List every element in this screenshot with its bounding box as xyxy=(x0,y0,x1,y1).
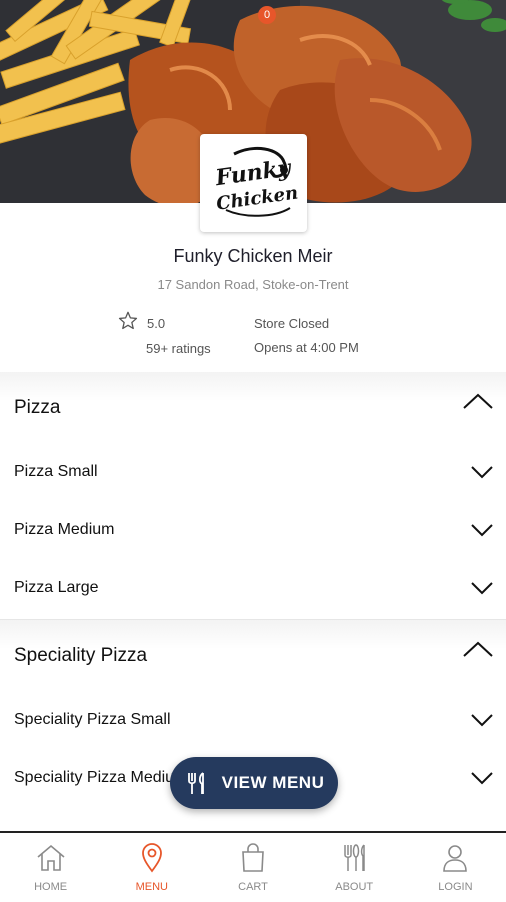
nav-about[interactable]: ABOUT xyxy=(304,833,405,902)
nav-label: MENU xyxy=(135,881,168,893)
subcategory-label: Pizza Large xyxy=(14,579,99,596)
view-menu-label: VIEW MENU xyxy=(221,773,325,792)
store-address: 17 Sandon Road, Stoke-on-Trent xyxy=(157,277,349,292)
subcategory-row[interactable]: Pizza Large xyxy=(0,561,506,619)
star-icon xyxy=(118,311,138,330)
nav-menu[interactable]: MENU xyxy=(101,833,202,902)
bottom-navigation: HOME MENU CART ABOUT LOGIN xyxy=(0,831,506,902)
user-icon xyxy=(443,845,468,872)
ratings-count: 59+ ratings xyxy=(146,341,211,356)
nav-cart[interactable]: CART xyxy=(202,833,303,902)
chevron-up-icon xyxy=(463,393,493,409)
nav-login[interactable]: LOGIN xyxy=(405,833,506,902)
store-status: Store Closed xyxy=(254,316,330,331)
category-header-speciality-pizza[interactable]: Speciality Pizza xyxy=(0,620,506,693)
nav-label: LOGIN xyxy=(438,881,473,893)
cutlery-icon xyxy=(344,844,365,871)
category-title: Speciality Pizza xyxy=(14,645,148,666)
subcategory-label: Pizza Small xyxy=(14,463,98,480)
subcategory-row[interactable]: Pizza Medium xyxy=(0,503,506,561)
chevron-down-icon xyxy=(471,466,493,479)
cutlery-icon xyxy=(187,772,204,794)
chevron-up-icon xyxy=(463,641,493,657)
shopping-bag-icon xyxy=(242,843,264,872)
home-icon xyxy=(37,844,65,871)
chevron-down-icon xyxy=(471,714,493,727)
store-opening-time: Opens at 4:00 PM xyxy=(254,340,359,355)
location-pin-icon xyxy=(141,843,162,873)
rating-value: 5.0 xyxy=(147,316,166,331)
subcategory-row[interactable]: Pizza Small xyxy=(0,445,506,503)
nav-label: CART xyxy=(238,881,268,893)
subcategory-label: Pizza Medium xyxy=(14,521,115,538)
subcategory-row[interactable]: Speciality Pizza Small xyxy=(0,693,506,751)
chevron-down-icon xyxy=(471,524,493,537)
category-header-pizza[interactable]: Pizza xyxy=(0,372,506,445)
nav-label: ABOUT xyxy=(335,881,374,893)
subcategory-label: Speciality Pizza Small xyxy=(14,711,171,728)
store-logo: Funky Chicken xyxy=(200,134,307,232)
chevron-down-icon xyxy=(471,772,493,785)
chevron-down-icon xyxy=(471,582,493,595)
category-title: Pizza xyxy=(14,397,61,418)
store-name: Funky Chicken Meir xyxy=(173,246,333,266)
view-menu-button[interactable]: VIEW MENU xyxy=(170,757,338,809)
cart-count-badge: 0 xyxy=(258,6,276,24)
nav-home[interactable]: HOME xyxy=(0,833,101,902)
subcategory-label: Speciality Pizza Medium xyxy=(14,769,188,786)
nav-label: HOME xyxy=(34,881,68,893)
